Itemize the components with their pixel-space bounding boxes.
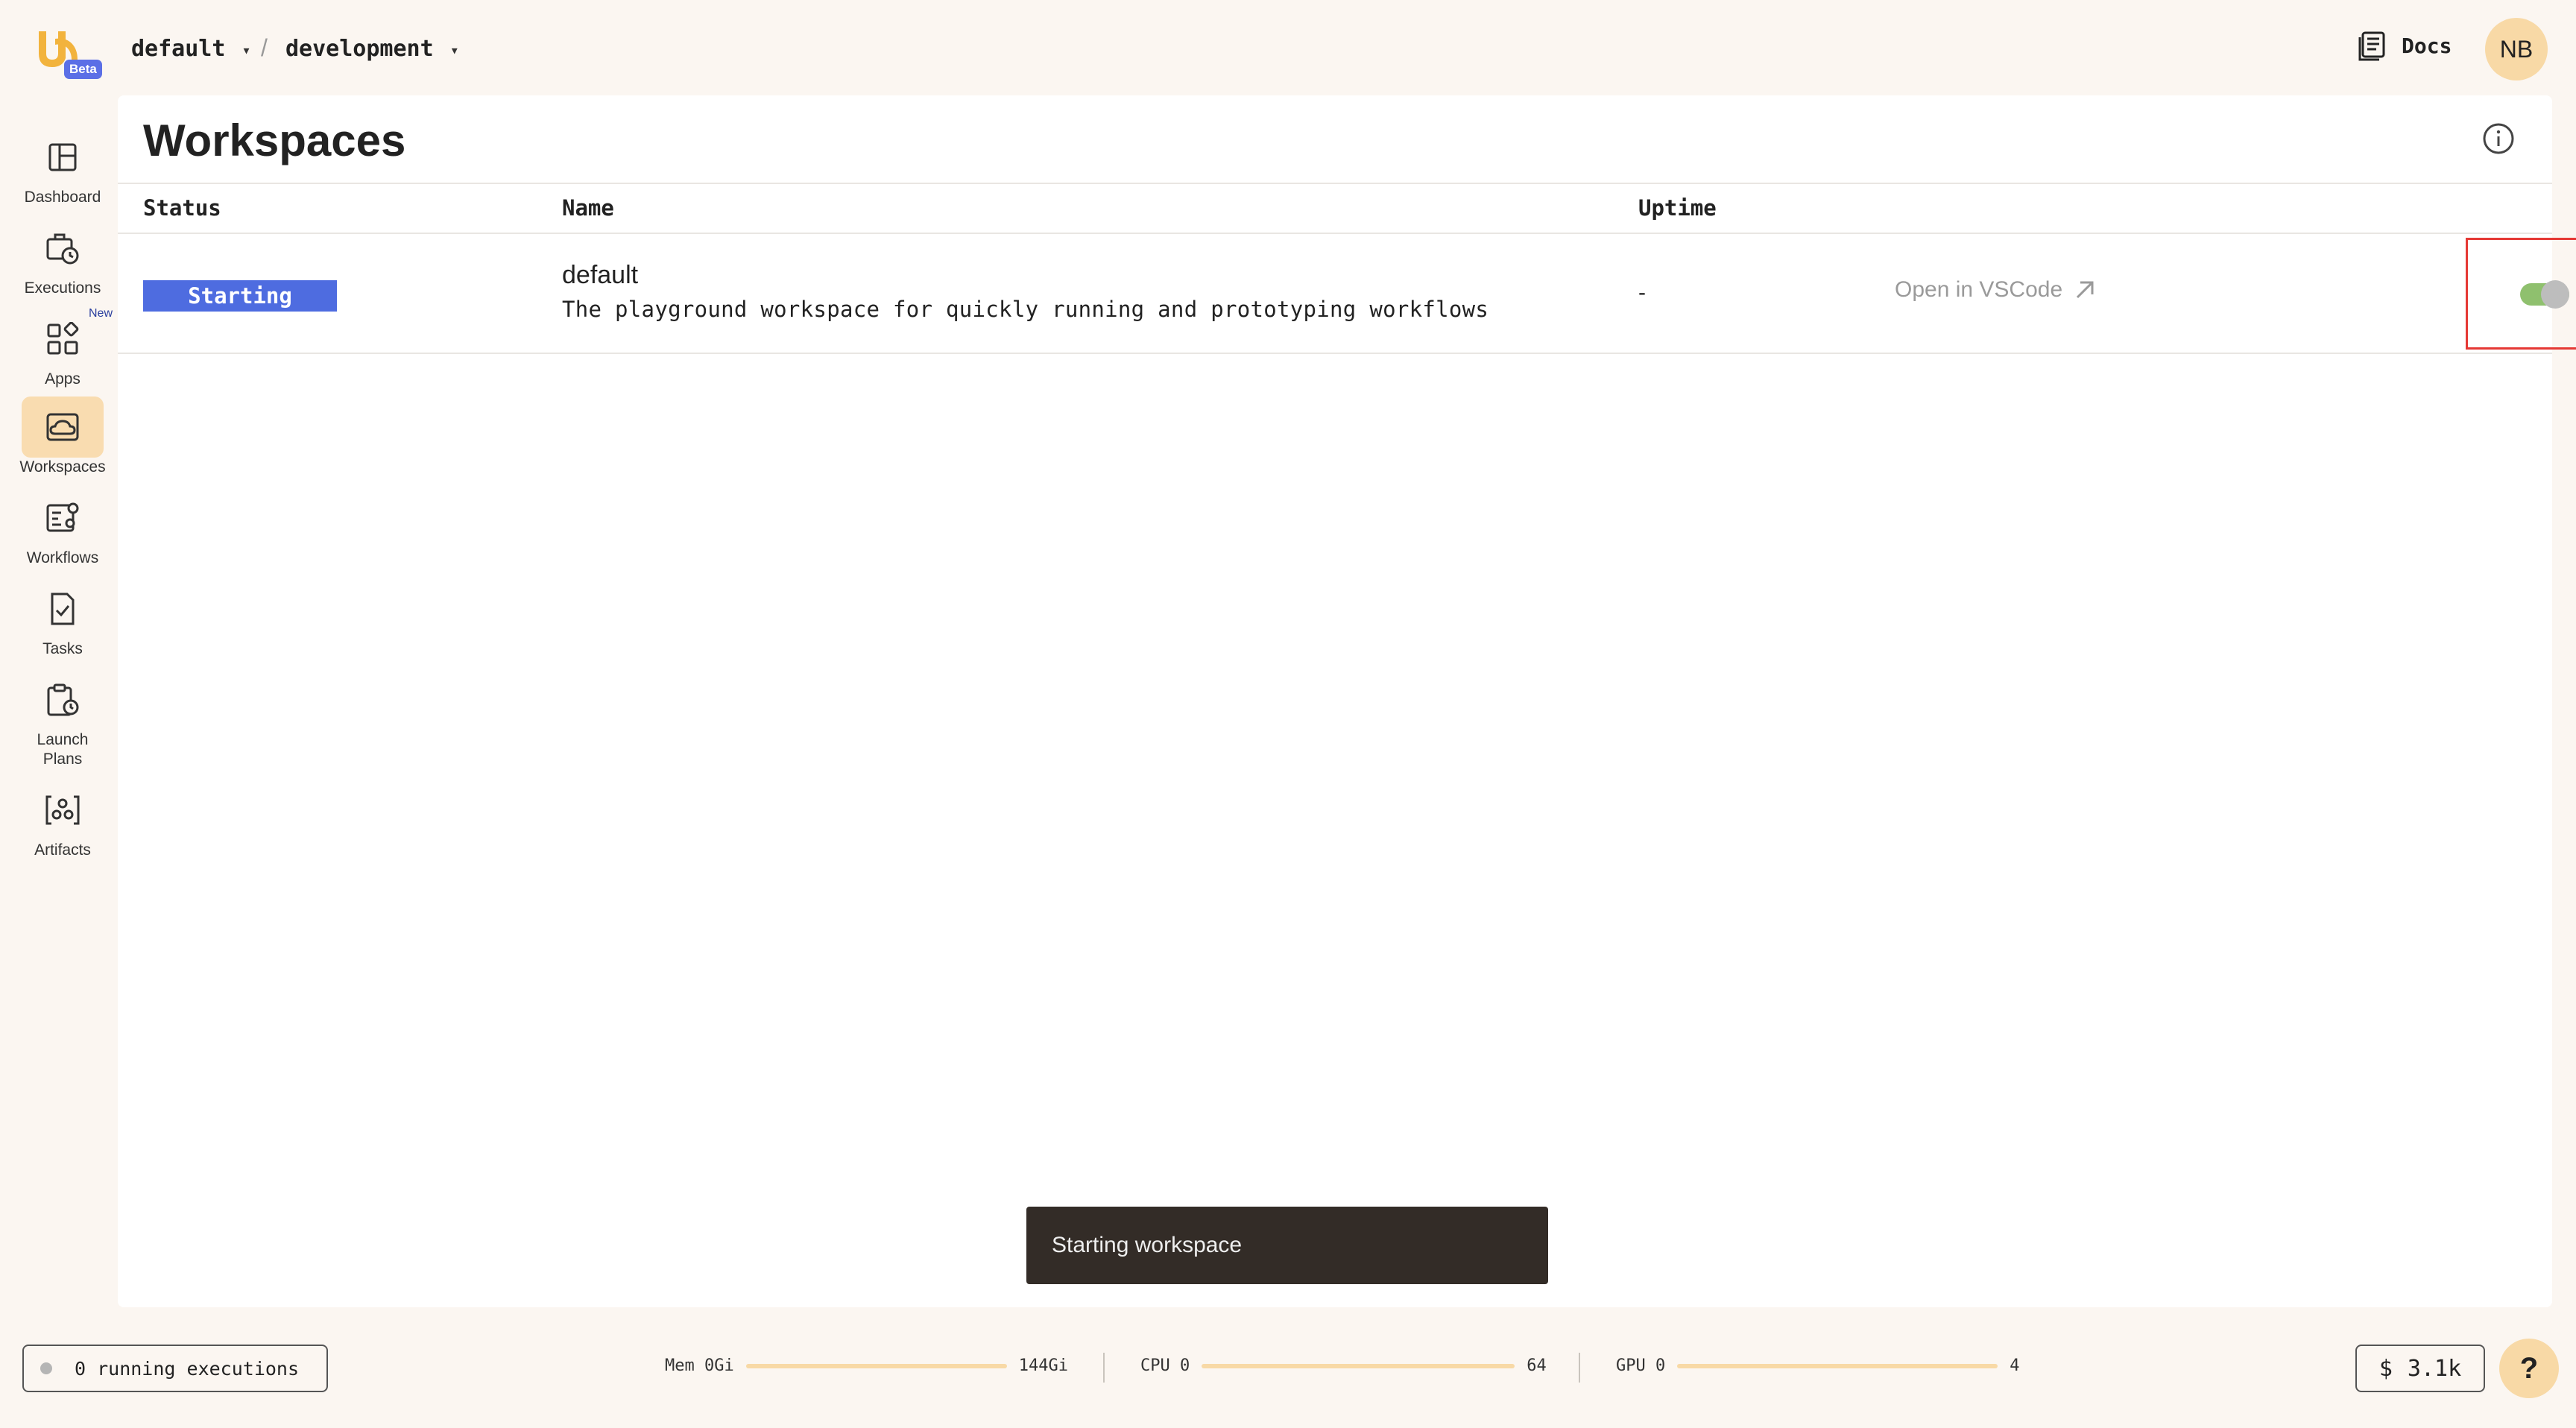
sidebar-item-executions[interactable]: Executions xyxy=(10,218,115,298)
cpu-max: 64 xyxy=(1527,1356,1547,1375)
divider xyxy=(118,183,2552,184)
sidebar-item-label: Tasks xyxy=(42,640,83,657)
docs-link[interactable]: Docs xyxy=(2357,30,2452,61)
sidebar-item-label: Artifacts xyxy=(34,841,91,859)
cpu-meter: CPU 0 64 xyxy=(1140,1356,1547,1375)
workspace-name: default xyxy=(562,261,639,289)
status-dot-icon xyxy=(40,1362,52,1374)
sidebar-item-artifacts[interactable]: Artifacts xyxy=(10,780,115,860)
running-executions-button[interactable]: 0 running executions xyxy=(22,1345,328,1392)
workspace-toggle[interactable] xyxy=(2520,280,2569,309)
project-label: default xyxy=(131,36,226,62)
info-button[interactable] xyxy=(2481,121,2516,157)
external-link-icon xyxy=(2077,281,2094,299)
chevron-down-icon: ▾ xyxy=(449,40,459,59)
sidebar-item-launch-plans[interactable]: Launch Plans xyxy=(10,669,115,769)
user-avatar[interactable]: NB xyxy=(2485,18,2548,80)
help-button[interactable]: ? xyxy=(2499,1339,2559,1398)
column-header-name: Name xyxy=(562,195,614,221)
sidebar-item-label: Executions xyxy=(24,279,101,297)
docs-label: Docs xyxy=(2402,33,2452,58)
cost-value: 3.1k xyxy=(2407,1355,2462,1382)
beta-badge: Beta xyxy=(64,60,102,79)
column-header-uptime: Uptime xyxy=(1638,195,1717,221)
divider xyxy=(118,233,2552,234)
status-badge: Starting xyxy=(143,280,337,312)
cpu-min: 0 xyxy=(1180,1356,1190,1375)
dashboard-icon xyxy=(48,143,77,171)
cpu-bar xyxy=(1202,1363,1515,1368)
gpu-min: 0 xyxy=(1655,1356,1666,1375)
app-logo[interactable]: Beta xyxy=(33,22,102,79)
mem-max: 144Gi xyxy=(1018,1356,1068,1375)
workspaces-icon xyxy=(46,413,79,441)
sidebar-item-workflows[interactable]: Workflows xyxy=(10,487,115,568)
sidebar-item-dashboard[interactable]: Dashboard xyxy=(10,127,115,207)
sidebar-item-label: Dashboard xyxy=(24,189,101,206)
gpu-label: GPU xyxy=(1616,1356,1646,1375)
divider xyxy=(1579,1353,1580,1383)
domain-label: development xyxy=(285,36,434,62)
project-selector[interactable]: default ▾ xyxy=(131,36,250,62)
main-panel: Workspaces Status Name Uptime Starting d… xyxy=(118,95,2576,1307)
tasks-icon xyxy=(51,593,75,625)
breadcrumb-separator: / xyxy=(261,34,268,61)
open-in-vscode-label: Open in VSCode xyxy=(1895,277,2063,302)
mem-bar xyxy=(745,1363,1007,1368)
cost-button[interactable]: $ 3.1k xyxy=(2355,1345,2485,1392)
workspace-description: The playground workspace for quickly run… xyxy=(562,297,1489,322)
sidebar-item-workspaces[interactable]: Workspaces xyxy=(10,397,115,477)
chevron-down-icon: ▾ xyxy=(242,40,251,59)
divider xyxy=(1103,1353,1105,1383)
sidebar-item-label: Workflows xyxy=(26,549,99,566)
launch-plans-icon xyxy=(47,683,79,716)
column-header-status: Status xyxy=(143,195,221,221)
sidebar-item-label: Launch Plans xyxy=(37,731,89,768)
toast-notification: Starting workspace xyxy=(1026,1207,1548,1284)
info-icon xyxy=(2483,123,2514,154)
executions-icon xyxy=(46,233,79,265)
dollar-icon: $ xyxy=(2378,1355,2393,1382)
docs-icon xyxy=(2358,31,2385,61)
new-badge: New xyxy=(87,304,115,323)
workflows-icon xyxy=(46,502,79,532)
open-in-vscode-link[interactable]: Open in VSCode xyxy=(1895,277,2097,303)
top-bar: Beta default ▾ / development ▾ Docs NB xyxy=(0,0,2576,97)
mem-min: 0Gi xyxy=(704,1356,734,1375)
cpu-label: CPU xyxy=(1140,1356,1170,1375)
gpu-meter: GPU 0 4 xyxy=(1616,1356,2020,1375)
uptime-value: - xyxy=(1638,280,1646,305)
sidebar-item-label: Apps xyxy=(45,370,80,388)
divider xyxy=(118,353,2552,354)
mem-meter: Mem 0Gi 144Gi xyxy=(665,1356,1068,1375)
page-title: Workspaces xyxy=(143,116,406,165)
gpu-bar xyxy=(1677,1363,1998,1368)
apps-icon xyxy=(47,322,79,355)
toast-message: Starting workspace xyxy=(1052,1233,1243,1257)
toggle-knob xyxy=(2541,280,2569,309)
domain-selector[interactable]: development ▾ xyxy=(285,36,459,62)
sidebar-item-apps[interactable]: New Apps xyxy=(10,304,115,389)
sidebar-item-label: Workspaces xyxy=(19,458,106,476)
sidebar-item-tasks[interactable]: Tasks xyxy=(10,578,115,659)
running-executions-label: 0 running executions xyxy=(75,1357,300,1380)
artifacts-icon xyxy=(45,795,80,825)
toggle-highlight xyxy=(2466,238,2576,350)
mem-label: Mem xyxy=(665,1356,695,1375)
gpu-max: 4 xyxy=(2010,1356,2020,1375)
